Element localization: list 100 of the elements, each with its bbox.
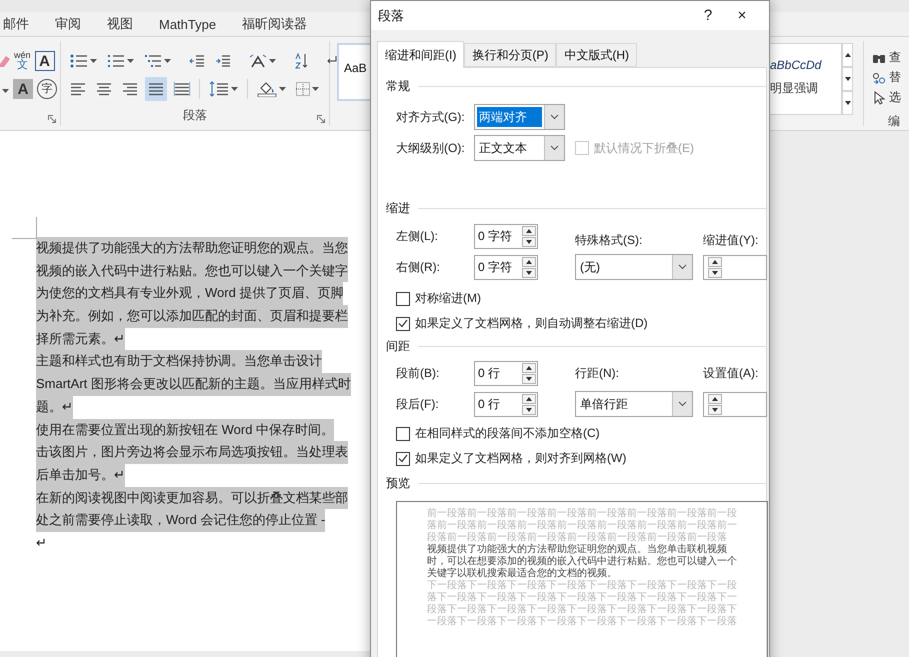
ribbon-tab[interactable]: 审阅 [55, 15, 81, 33]
spin-up-button[interactable] [522, 256, 536, 266]
phonetic-guide-button[interactable]: wén 文 [14, 51, 31, 71]
decrease-indent-icon [189, 55, 205, 67]
section-heading: 常规 [386, 78, 410, 94]
spin-field[interactable]: 0 字符 [474, 224, 538, 249]
document-text: 后单击加号。↵ [36, 464, 125, 487]
dialog-launcher-icon[interactable] [317, 115, 325, 123]
document-text: ↵ [36, 534, 47, 552]
editing-button[interactable]: 查 [872, 49, 909, 66]
ribbon-tab[interactable]: 邮件 [3, 15, 29, 33]
document-text: 主题和样式也有助于文档保持协调。当您单击设计 [36, 350, 322, 374]
checkbox[interactable] [396, 426, 410, 440]
spin-up-button[interactable] [708, 394, 722, 404]
align-distributed-icon [174, 82, 190, 96]
dropdown-arrow-button[interactable] [672, 392, 692, 416]
dropdown[interactable]: 单倍行距 [575, 391, 693, 417]
field-label: 设置值(A): [703, 365, 760, 382]
dialog-launcher-icon[interactable] [48, 115, 56, 123]
triangle-down-icon [844, 101, 850, 105]
dropdown-arrow-button[interactable] [672, 255, 692, 279]
triangle-up-icon [526, 260, 532, 264]
spin-down-button[interactable] [522, 374, 536, 384]
bullet-list-icon [70, 54, 88, 68]
gallery-more-button[interactable] [842, 91, 853, 115]
spin-field[interactable]: 0 字符 [474, 254, 538, 280]
dialog-title: 段落 [378, 6, 405, 24]
gallery-up-button[interactable] [842, 43, 853, 67]
triangle-down-icon [712, 408, 718, 412]
caret-icon [164, 59, 171, 63]
triangle-down-icon [526, 240, 532, 244]
dropdown-value: 两端对齐 [477, 107, 542, 127]
character-shading-button[interactable]: A [13, 79, 33, 99]
triangle-up-icon [526, 396, 532, 400]
ribbon-tab[interactable]: MathType [159, 16, 216, 32]
spin-down-button[interactable] [708, 404, 722, 414]
spin-down-button[interactable] [522, 237, 536, 247]
spin-down-button[interactable] [522, 268, 536, 278]
document-text: 为补充。例如，您可以添加匹配的封面、页眉和提要栏 [36, 305, 348, 328]
spin-down-button[interactable] [708, 268, 722, 278]
preview-text: 下一段落下一段落下一段落下一段落下一段落下一段落下一段落下一段落下一段落下一段落下一段落下一段落下一段落下一段落下一段落下一段落下一段落下一段落下一段落下一段落下一段落下一段落下一段落下一段落下一段落下一段落下一段落下一段落下一段落下一段落下一段落 [427, 580, 737, 628]
spin-field[interactable] [703, 392, 767, 416]
checkbox-label: 在相同样式的段落间不添加空格(C) [415, 425, 600, 442]
dropdown[interactable]: 正文文本 [474, 135, 565, 161]
triangle-up-icon [712, 260, 718, 264]
replace-icon [872, 72, 886, 84]
group-label: 编 [888, 113, 901, 130]
ribbon-tab[interactable]: 视图 [107, 15, 133, 33]
spin-down-button[interactable] [522, 404, 536, 414]
spin-field[interactable]: 0 行 [474, 361, 538, 386]
dialog-tab[interactable]: 换行和分页(P) [464, 43, 556, 67]
gallery-down-button[interactable] [842, 67, 853, 91]
alignment-button[interactable] [145, 77, 167, 101]
document-text: 为使您的文档具有专业外观，Word 提供了页眉、页脚 [36, 282, 344, 306]
triangle-down-icon [712, 270, 718, 274]
help-button[interactable]: ? [691, 7, 725, 24]
field-label: 右侧(R): [396, 258, 441, 276]
dialog-tab[interactable]: 中文版式(H) [556, 43, 637, 67]
dropdown-arrow-button[interactable] [544, 136, 564, 160]
checkbox[interactable] [396, 292, 410, 306]
close-button[interactable]: × [725, 7, 759, 24]
spin-up-button[interactable] [708, 256, 722, 266]
dropdown-arrow-button[interactable] [544, 105, 564, 129]
asian-layout-icon [249, 54, 267, 68]
enclose-characters-button[interactable]: 字 [37, 79, 57, 99]
editing-button[interactable]: 选 [872, 89, 909, 106]
field-label: 段后(F): [396, 396, 440, 412]
dropdown[interactable]: 两端对齐 [474, 104, 565, 130]
triangle-down-icon [526, 377, 532, 381]
checkbox-label: 如果定义了文档网格，则对齐到网格(W) [415, 450, 626, 467]
caret-icon [279, 87, 286, 91]
document-text: 处之前需要停止读取，Word 会记住您的停止位置 - [36, 509, 326, 532]
align-left-icon [70, 82, 86, 96]
spin-up-button[interactable] [522, 394, 536, 404]
editing-button[interactable]: 替 [872, 69, 909, 86]
sort-icon [294, 53, 308, 69]
style-gallery-item[interactable]: AaB [337, 43, 370, 101]
field-label: 左侧(L): [396, 228, 439, 245]
spin-up-button[interactable] [522, 226, 536, 236]
pointer-icon [872, 90, 886, 104]
field-label: 对齐方式(G): [396, 108, 466, 126]
caret-icon [312, 87, 319, 91]
spin-field[interactable] [703, 254, 767, 280]
checkbox[interactable] [396, 316, 410, 330]
document-text: 击该图片，图片旁边将会显示布局选项按钮。当处理表 [36, 441, 348, 464]
dropdown[interactable]: (无) [575, 254, 693, 280]
group-label: 段落 [183, 107, 207, 124]
style-gallery[interactable]: aBbCcDd 明显强调 [770, 43, 842, 115]
dropdown-value: 正文文本 [478, 140, 528, 156]
ribbon-tab[interactable]: 福昕阅读器 [242, 15, 308, 33]
dialog-tab[interactable]: 缩进和间距(I) [377, 41, 464, 68]
spin-up-button[interactable] [522, 363, 536, 373]
character-border-button[interactable]: A [34, 51, 55, 71]
dropdown-value: 单倍行距 [579, 396, 629, 412]
document-text: SmartArt 图形将会更改以匹配新的主题。当应用样式时 [36, 373, 351, 396]
chevron-down-icon [678, 401, 687, 407]
checkbox[interactable] [396, 452, 410, 466]
document-text: 使用在需要位置出现的新按钮在 Word 中保存时间。 [36, 418, 334, 442]
spin-field[interactable]: 0 行 [474, 392, 538, 416]
triangle-down-icon [844, 77, 850, 81]
